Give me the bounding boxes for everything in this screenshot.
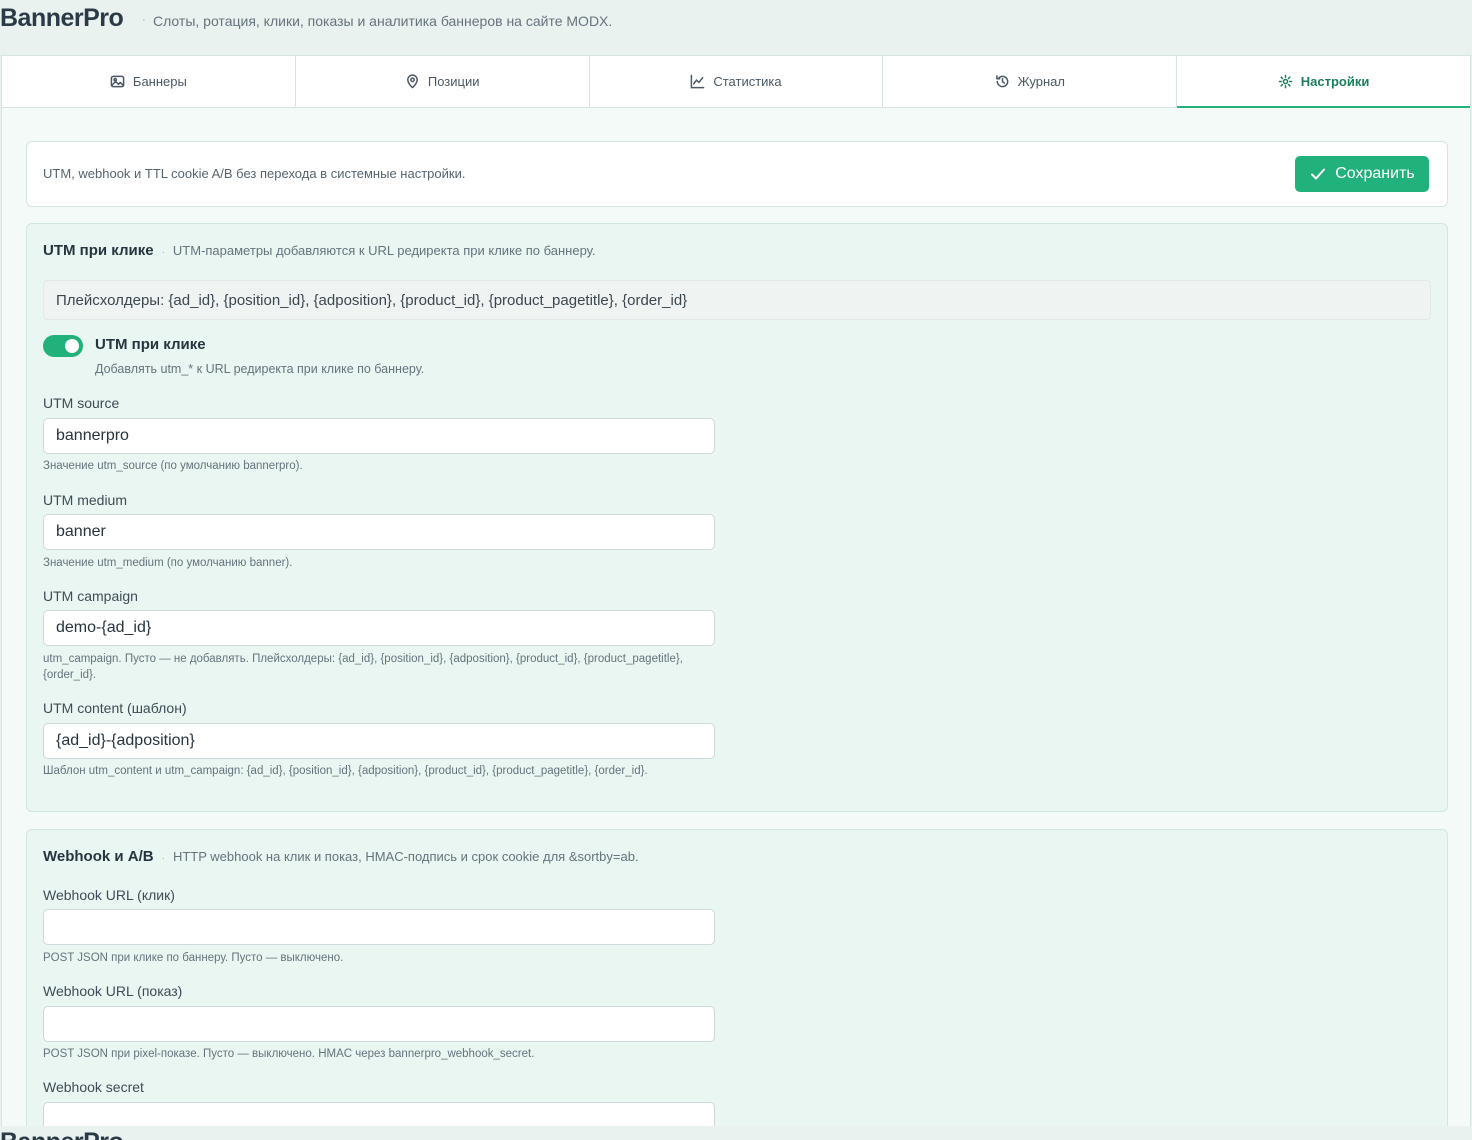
utm-content-label: UTM content (шаблон) bbox=[43, 700, 187, 716]
utm-medium-input[interactable] bbox=[43, 514, 715, 550]
page-header: BannerPro · Слоты, ротация, клики, показ… bbox=[0, 0, 1472, 56]
webhook-click-input[interactable] bbox=[43, 909, 715, 945]
tab-label: Позиции bbox=[427, 74, 480, 89]
utm-toggle-label: UTM при клике bbox=[95, 336, 206, 353]
toolbar-description: UTM, webhook и TTL cookie A/B без перехо… bbox=[43, 166, 466, 181]
tab-label: Настройки bbox=[1300, 73, 1370, 89]
history-icon bbox=[995, 75, 1008, 88]
utm-source-input[interactable] bbox=[43, 418, 715, 454]
utm-source-label: UTM source bbox=[43, 395, 120, 411]
bottom-brand-title: BannerPro bbox=[0, 1128, 124, 1140]
webhook-impression-input[interactable] bbox=[43, 1006, 715, 1042]
tab-label: Баннеры bbox=[132, 74, 187, 89]
brand-title: BannerPro bbox=[0, 4, 124, 32]
webhook-click-help: POST JSON при клике по баннеру. Пусто — … bbox=[43, 952, 344, 964]
image-icon bbox=[110, 75, 125, 88]
utm-section: UTM при клике · UTM-параметры добавляютс… bbox=[26, 223, 1448, 812]
gear-icon bbox=[1278, 74, 1293, 88]
settings-toolbar: UTM, webhook и TTL cookie A/B без перехо… bbox=[26, 141, 1448, 207]
webhook-secret-label: Webhook secret bbox=[43, 1079, 144, 1095]
map-pin-icon bbox=[406, 74, 418, 89]
header-separator: · bbox=[142, 14, 146, 26]
section-separator: · bbox=[161, 853, 165, 864]
tab-label: Статистика bbox=[713, 74, 782, 89]
utm-campaign-label: UTM campaign bbox=[43, 588, 138, 604]
utm-campaign-help: utm_campaign. Пусто — не добавлять. Плей… bbox=[43, 653, 683, 681]
save-button[interactable]: Сохранить bbox=[1295, 156, 1429, 192]
section-separator: · bbox=[161, 247, 165, 258]
section-header: Webhook и A/B · HTTP webhook на клик и п… bbox=[43, 848, 639, 865]
utm-content-help: Шаблон utm_content и utm_campaign: {ad_i… bbox=[43, 765, 648, 777]
main-panel: Баннеры Позиции Статистика Журнал Настро… bbox=[1, 55, 1471, 1140]
bottom-header-strip: BannerPro bbox=[0, 1126, 1472, 1140]
webhook-impression-label: Webhook URL (показ) bbox=[43, 983, 183, 999]
placeholders-info: Плейсхолдеры: {ad_id}, {position_id}, {a… bbox=[43, 280, 1431, 320]
check-icon bbox=[1311, 168, 1326, 180]
tab-statistics[interactable]: Статистика bbox=[590, 56, 884, 107]
utm-source-help: Значение utm_source (по умолчанию banner… bbox=[43, 460, 303, 472]
tab-journal[interactable]: Журнал bbox=[883, 56, 1178, 107]
settings-content: UTM, webhook и TTL cookie A/B без перехо… bbox=[2, 108, 1470, 1140]
brand-description: Слоты, ротация, клики, показы и аналитик… bbox=[153, 13, 613, 29]
utm-toggle[interactable] bbox=[43, 335, 83, 357]
toggle-knob bbox=[65, 339, 79, 353]
save-button-label: Сохранить bbox=[1335, 165, 1415, 182]
webhook-click-label: Webhook URL (клик) bbox=[43, 887, 175, 903]
webhook-section: Webhook и A/B · HTTP webhook на клик и п… bbox=[26, 829, 1448, 1140]
utm-campaign-input[interactable] bbox=[43, 610, 715, 646]
tab-settings[interactable]: Настройки bbox=[1177, 56, 1470, 108]
utm-medium-help: Значение utm_medium (по умолчанию banner… bbox=[43, 557, 293, 569]
chart-line-icon bbox=[691, 74, 705, 89]
section-title: UTM при клике bbox=[43, 242, 154, 259]
utm-medium-label: UTM medium bbox=[43, 492, 128, 508]
tab-banners[interactable]: Баннеры bbox=[2, 56, 296, 107]
utm-content-input[interactable] bbox=[43, 723, 715, 759]
section-title: Webhook и A/B bbox=[43, 848, 154, 865]
utm-toggle-help: Добавлять utm_* к URL редиректа при клик… bbox=[95, 362, 425, 376]
section-description: HTTP webhook на клик и показ, HMAC-подпи… bbox=[172, 849, 639, 864]
section-header: UTM при клике · UTM-параметры добавляютс… bbox=[43, 242, 596, 259]
tab-label: Журнал bbox=[1017, 74, 1065, 89]
tab-positions[interactable]: Позиции bbox=[296, 56, 590, 107]
tab-bar: Баннеры Позиции Статистика Журнал Настро… bbox=[2, 56, 1470, 108]
section-description: UTM-параметры добавляются к URL редирект… bbox=[172, 243, 596, 258]
webhook-impression-help: POST JSON при pixel-показе. Пусто — выкл… bbox=[43, 1048, 535, 1060]
